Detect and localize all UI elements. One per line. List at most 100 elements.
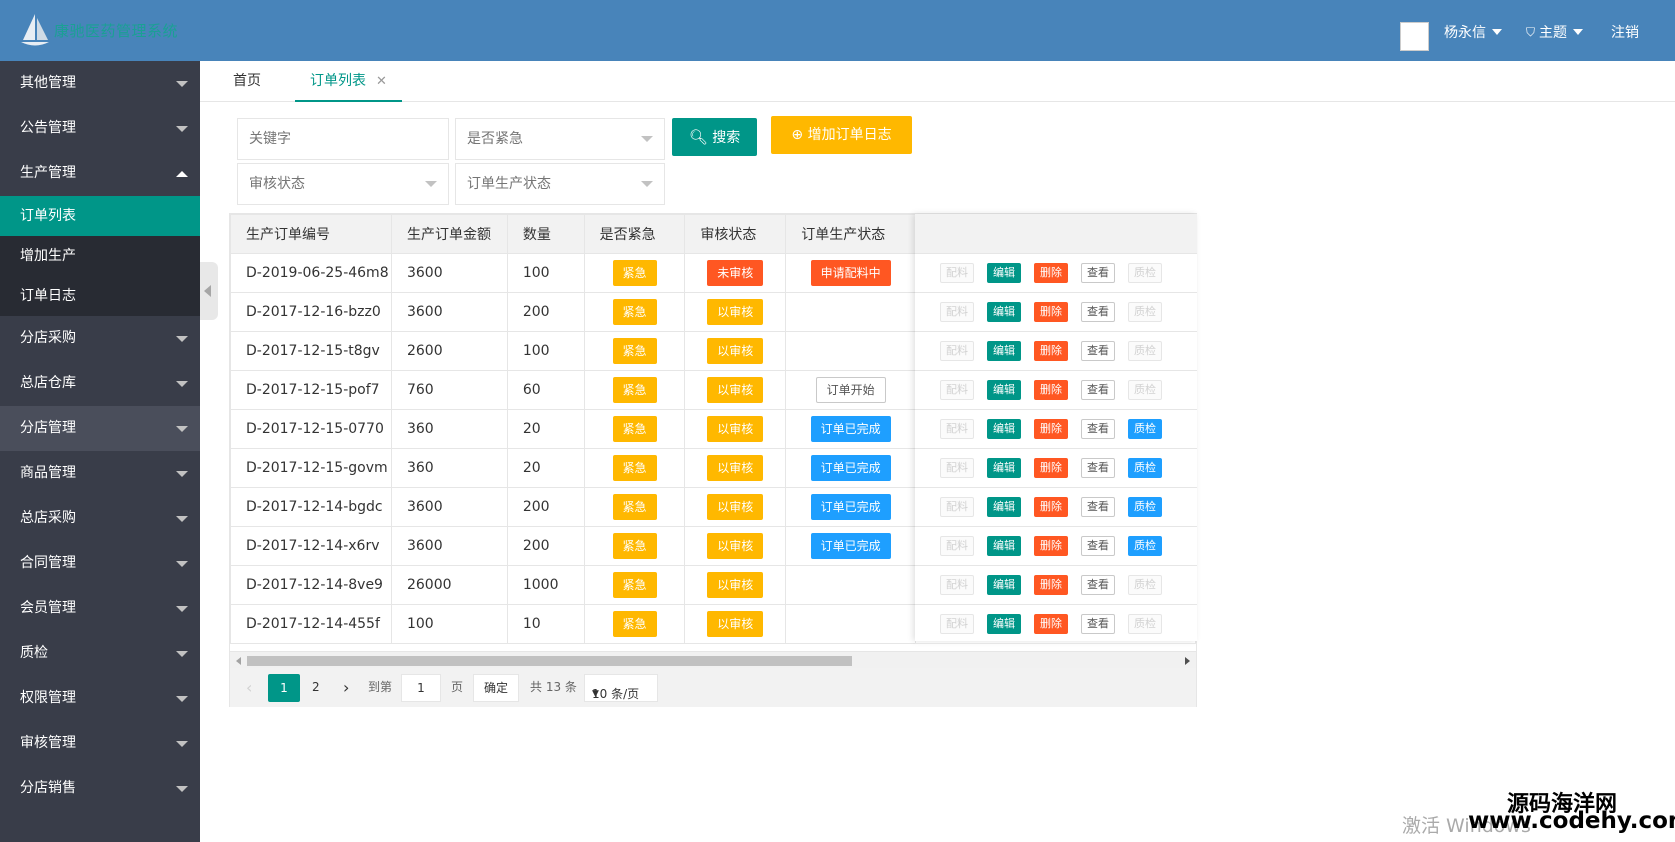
audit-badge: 以审核 bbox=[707, 338, 764, 364]
avatar[interactable] bbox=[1400, 22, 1429, 51]
audit-badge: 以审核 bbox=[707, 494, 764, 520]
search-button[interactable]: 🔍︎ 搜索 bbox=[672, 118, 757, 156]
sidebar-item-production[interactable]: 生产管理 bbox=[0, 151, 200, 196]
sidebar-sub-order-list[interactable]: 订单列表 bbox=[0, 196, 200, 236]
sidebar-item-permission[interactable]: 权限管理 bbox=[0, 676, 200, 721]
edit-button[interactable]: 编辑 bbox=[987, 263, 1021, 283]
ingredients-button: 配料 bbox=[940, 497, 974, 517]
cell-order-id: D-2017-12-15-govm bbox=[230, 448, 392, 488]
chevron-down-icon bbox=[176, 471, 188, 477]
edit-button[interactable]: 编辑 bbox=[987, 536, 1021, 556]
view-button[interactable]: 查看 bbox=[1081, 614, 1115, 634]
cell-prod-status: 订单开始 bbox=[785, 370, 916, 410]
delete-button[interactable]: 删除 bbox=[1034, 614, 1068, 634]
theme-menu[interactable]: ⛉ 主题 bbox=[1526, 22, 1584, 42]
logout-link[interactable]: 注销 bbox=[1611, 22, 1639, 42]
cell-order-id: D-2017-12-14-bgdc bbox=[230, 487, 392, 527]
actions-row: 配料 编辑 删除 查看 质检 bbox=[915, 293, 1197, 332]
sidebar-item-branch-purchase[interactable]: 分店采购 bbox=[0, 316, 200, 361]
edit-button[interactable]: 编辑 bbox=[987, 419, 1021, 439]
view-button[interactable]: 查看 bbox=[1081, 458, 1115, 478]
qc-button[interactable]: 质检 bbox=[1128, 497, 1162, 517]
scroll-right-icon[interactable] bbox=[1185, 657, 1190, 665]
plus-circle-icon: ⊕ bbox=[791, 127, 804, 143]
urgent-badge: 紧急 bbox=[612, 299, 657, 325]
qc-button[interactable]: 质检 bbox=[1128, 536, 1162, 556]
add-order-log-button[interactable]: ⊕ 增加订单日志 bbox=[771, 116, 912, 154]
theme-label: 主题 bbox=[1539, 25, 1568, 41]
delete-button[interactable]: 删除 bbox=[1034, 419, 1068, 439]
sidebar-item-notice[interactable]: 公告管理 bbox=[0, 106, 200, 151]
page-1-button[interactable]: 1 bbox=[268, 674, 300, 702]
chevron-down-icon bbox=[176, 606, 188, 612]
actions-row: 配料 编辑 删除 查看 质检 bbox=[915, 410, 1197, 449]
user-menu[interactable]: 杨永信 bbox=[1444, 22, 1502, 42]
sidebar-item-contract[interactable]: 合同管理 bbox=[0, 541, 200, 586]
sidebar-item-branch-sales[interactable]: 分店销售 bbox=[0, 766, 200, 811]
qc-button: 质检 bbox=[1128, 614, 1162, 634]
scroll-thumb[interactable] bbox=[247, 656, 852, 666]
sidebar-item-warehouse[interactable]: 总店仓库 bbox=[0, 361, 200, 406]
page-2-button[interactable]: 2 bbox=[312, 668, 320, 707]
view-button[interactable]: 查看 bbox=[1081, 419, 1115, 439]
delete-button[interactable]: 删除 bbox=[1034, 341, 1068, 361]
chevron-down-icon bbox=[1573, 29, 1584, 35]
goto-page-input[interactable]: 1 bbox=[401, 674, 441, 702]
tab-home[interactable]: 首页 bbox=[233, 61, 261, 102]
view-button[interactable]: 查看 bbox=[1081, 536, 1115, 556]
horizontal-scrollbar[interactable] bbox=[230, 651, 1196, 668]
qc-button[interactable]: 质检 bbox=[1128, 458, 1162, 478]
sidebar-item-audit[interactable]: 审核管理 bbox=[0, 721, 200, 766]
urgent-select[interactable]: 是否紧急 bbox=[455, 118, 665, 160]
delete-button[interactable]: 删除 bbox=[1034, 536, 1068, 556]
delete-button[interactable]: 删除 bbox=[1034, 497, 1068, 517]
edit-button[interactable]: 编辑 bbox=[987, 341, 1021, 361]
page-size-select[interactable]: 10 条/页 ▼ bbox=[584, 674, 658, 702]
col-prod-status: 订单生产状态 bbox=[785, 214, 916, 254]
close-icon[interactable]: ✕ bbox=[376, 74, 387, 89]
scroll-left-icon[interactable] bbox=[236, 657, 241, 665]
edit-button[interactable]: 编辑 bbox=[987, 575, 1021, 595]
delete-button[interactable]: 删除 bbox=[1034, 302, 1068, 322]
sidebar-item-qc[interactable]: 质检 bbox=[0, 631, 200, 676]
col-urgent: 是否紧急 bbox=[583, 214, 686, 254]
delete-button[interactable]: 删除 bbox=[1034, 380, 1068, 400]
edit-button[interactable]: 编辑 bbox=[987, 614, 1021, 634]
sidebar-item-goods[interactable]: 商品管理 bbox=[0, 451, 200, 496]
sidebar-item-hq-purchase[interactable]: 总店采购 bbox=[0, 496, 200, 541]
view-button[interactable]: 查看 bbox=[1081, 341, 1115, 361]
tab-bar: 首页 订单列表 ✕ bbox=[200, 61, 1675, 102]
sidebar-item-branch[interactable]: 分店管理 bbox=[0, 406, 200, 451]
sidebar-collapse-toggle[interactable] bbox=[200, 262, 218, 320]
cell-amount: 760 bbox=[390, 370, 508, 410]
view-button[interactable]: 查看 bbox=[1081, 575, 1115, 595]
production-status-select[interactable]: 订单生产状态 bbox=[455, 163, 665, 205]
keyword-input[interactable]: 关键字 bbox=[237, 118, 449, 160]
audit-status-select[interactable]: 审核状态 bbox=[237, 163, 449, 205]
cell-urgent: 紧急 bbox=[583, 448, 686, 488]
prev-page-icon[interactable]: ‹ bbox=[246, 668, 252, 707]
sidebar-item-member[interactable]: 会员管理 bbox=[0, 586, 200, 631]
next-page-icon[interactable]: › bbox=[343, 668, 349, 707]
delete-button[interactable]: 删除 bbox=[1034, 458, 1068, 478]
chevron-down-icon bbox=[176, 81, 188, 87]
view-button[interactable]: 查看 bbox=[1081, 380, 1115, 400]
view-button[interactable]: 查看 bbox=[1081, 497, 1115, 517]
delete-button[interactable]: 删除 bbox=[1034, 575, 1068, 595]
sidebar-item-other[interactable]: 其他管理 bbox=[0, 61, 200, 106]
goto-confirm-button[interactable]: 确定 bbox=[473, 674, 519, 702]
tab-order-list[interactable]: 订单列表 ✕ bbox=[295, 61, 402, 102]
sidebar-sub-add-production[interactable]: 增加生产 bbox=[0, 236, 200, 276]
edit-button[interactable]: 编辑 bbox=[987, 380, 1021, 400]
sidebar-sub-order-log[interactable]: 订单日志 bbox=[0, 276, 200, 316]
edit-button[interactable]: 编辑 bbox=[987, 458, 1021, 478]
view-button[interactable]: 查看 bbox=[1081, 263, 1115, 283]
total-count: 共 13 条 bbox=[530, 680, 577, 694]
view-button[interactable]: 查看 bbox=[1081, 302, 1115, 322]
user-name: 杨永信 bbox=[1444, 25, 1486, 41]
delete-button[interactable]: 删除 bbox=[1034, 263, 1068, 283]
edit-button[interactable]: 编辑 bbox=[987, 497, 1021, 517]
edit-button[interactable]: 编辑 bbox=[987, 302, 1021, 322]
qc-button[interactable]: 质检 bbox=[1128, 419, 1162, 439]
app-title: 康驰医药管理系统 bbox=[54, 22, 179, 40]
